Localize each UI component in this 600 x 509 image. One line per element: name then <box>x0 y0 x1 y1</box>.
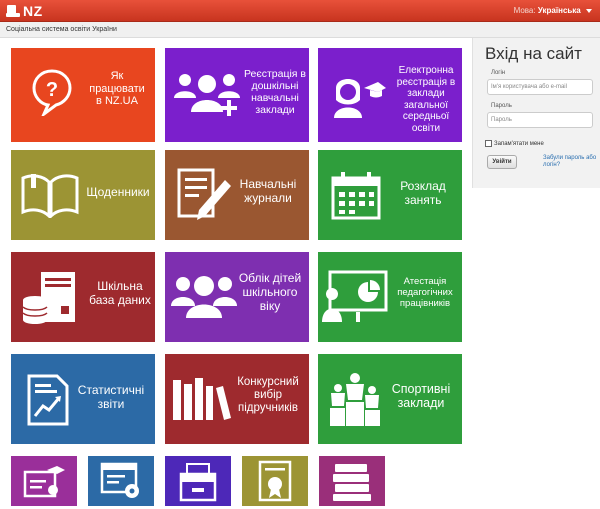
group-icon <box>171 276 237 318</box>
tile-textbook-selection[interactable]: Конкурсний вибір підручників <box>165 354 309 444</box>
logo-text: NZ <box>23 3 43 19</box>
login-title: Вхід на сайт <box>485 44 582 63</box>
tile-teacher-certification[interactable]: Атестація педагогічних працівників <box>318 252 462 342</box>
tile-label: Реєстрація в дошкільні навчальні заклади <box>243 68 306 117</box>
server-database-icon <box>22 272 75 324</box>
graduate-icon <box>334 79 386 118</box>
diploma-icon <box>23 466 65 498</box>
people-add-icon <box>174 74 240 116</box>
site-logo[interactable]: NZ <box>6 3 43 19</box>
notebook-pencil-icon <box>177 168 231 220</box>
open-book-icon <box>21 174 79 218</box>
small-tile-archive[interactable] <box>165 456 231 506</box>
report-chart-icon <box>27 374 69 426</box>
tile-school-journals[interactable]: Навчальні журнали <box>165 150 309 240</box>
login-panel: Вхід на сайт Логін Ім'я користувача або … <box>472 38 600 188</box>
tile-how-to-work[interactable]: ? Як працювати в NZ.UA <box>11 48 155 142</box>
tile-schedule[interactable]: Розклад занять <box>318 150 462 240</box>
top-bar: NZ Мова: Українська <box>0 0 600 22</box>
archive-drawer-icon <box>179 463 217 502</box>
small-tile-books[interactable] <box>319 456 385 506</box>
tile-label: Конкурсний вибір підручників <box>237 376 299 415</box>
tile-sports-facilities[interactable]: Спортивні заклади <box>318 354 462 444</box>
sub-header: Соціальна система освіти України <box>0 22 600 38</box>
tile-label: Навчальні журнали <box>239 177 297 205</box>
language-value: Українська <box>537 6 581 15</box>
presentation-icon <box>322 270 388 322</box>
language-selector[interactable]: Мова: Українська <box>514 6 592 15</box>
login-field-label: Логін <box>491 70 506 76</box>
tile-label: Спортивні заклади <box>391 382 451 411</box>
password-input[interactable]: Пароль <box>487 112 593 128</box>
language-label: Мова: <box>513 6 536 15</box>
tile-label: Атестація педагогічних працівників <box>397 276 453 309</box>
tile-label: Як працювати в NZ.UA <box>89 70 145 108</box>
logo-icon <box>6 4 20 18</box>
tile-statistical-reports[interactable]: Статистичні звіти <box>11 354 155 444</box>
tile-children-records[interactable]: Облік дітей шкільного віку <box>165 252 309 342</box>
books-stack-icon <box>333 464 371 501</box>
chevron-down-icon <box>586 8 592 13</box>
tile-label: Статистичні звіти <box>77 383 145 411</box>
calendar-icon <box>331 172 381 220</box>
speech-question-icon: ? <box>32 69 72 116</box>
password-field-label: Пароль <box>491 103 512 109</box>
certificate-icon <box>258 460 292 502</box>
forgot-password-link[interactable]: Забули пароль або логін? <box>543 155 600 169</box>
small-tile-web-settings[interactable] <box>88 456 154 506</box>
tile-label: Електронна реєстрація в заклади загально… <box>396 65 456 134</box>
svg-text:?: ? <box>46 79 58 101</box>
tile-school-registration[interactable]: Електронна реєстрація в заклади загально… <box>318 48 462 142</box>
tile-preschool-registration[interactable]: Реєстрація в дошкільні навчальні заклади <box>165 48 309 142</box>
tile-school-database[interactable]: Шкільна база даних <box>11 252 155 342</box>
remember-me-checkbox[interactable] <box>485 140 492 147</box>
tile-label: Облік дітей шкільного віку <box>238 271 302 313</box>
site-tagline: Соціальна система освіти України <box>6 26 117 33</box>
web-settings-icon <box>100 462 139 498</box>
tile-label: Розклад занять <box>400 179 446 207</box>
small-tile-certificate[interactable] <box>242 456 308 506</box>
tile-label: Шкільна база даних <box>89 279 151 307</box>
login-button[interactable]: Увійти <box>487 155 517 169</box>
login-input[interactable]: Ім'я користувача або e-mail <box>487 79 593 95</box>
bookshelf-icon <box>173 378 231 420</box>
remember-me-label: Запам'ятати мене <box>494 141 544 147</box>
podium-icon <box>330 373 380 426</box>
tile-diaries[interactable]: Щоденники <box>11 150 155 240</box>
small-tile-diplomas[interactable] <box>11 456 77 506</box>
tile-label: Щоденники <box>86 185 150 199</box>
